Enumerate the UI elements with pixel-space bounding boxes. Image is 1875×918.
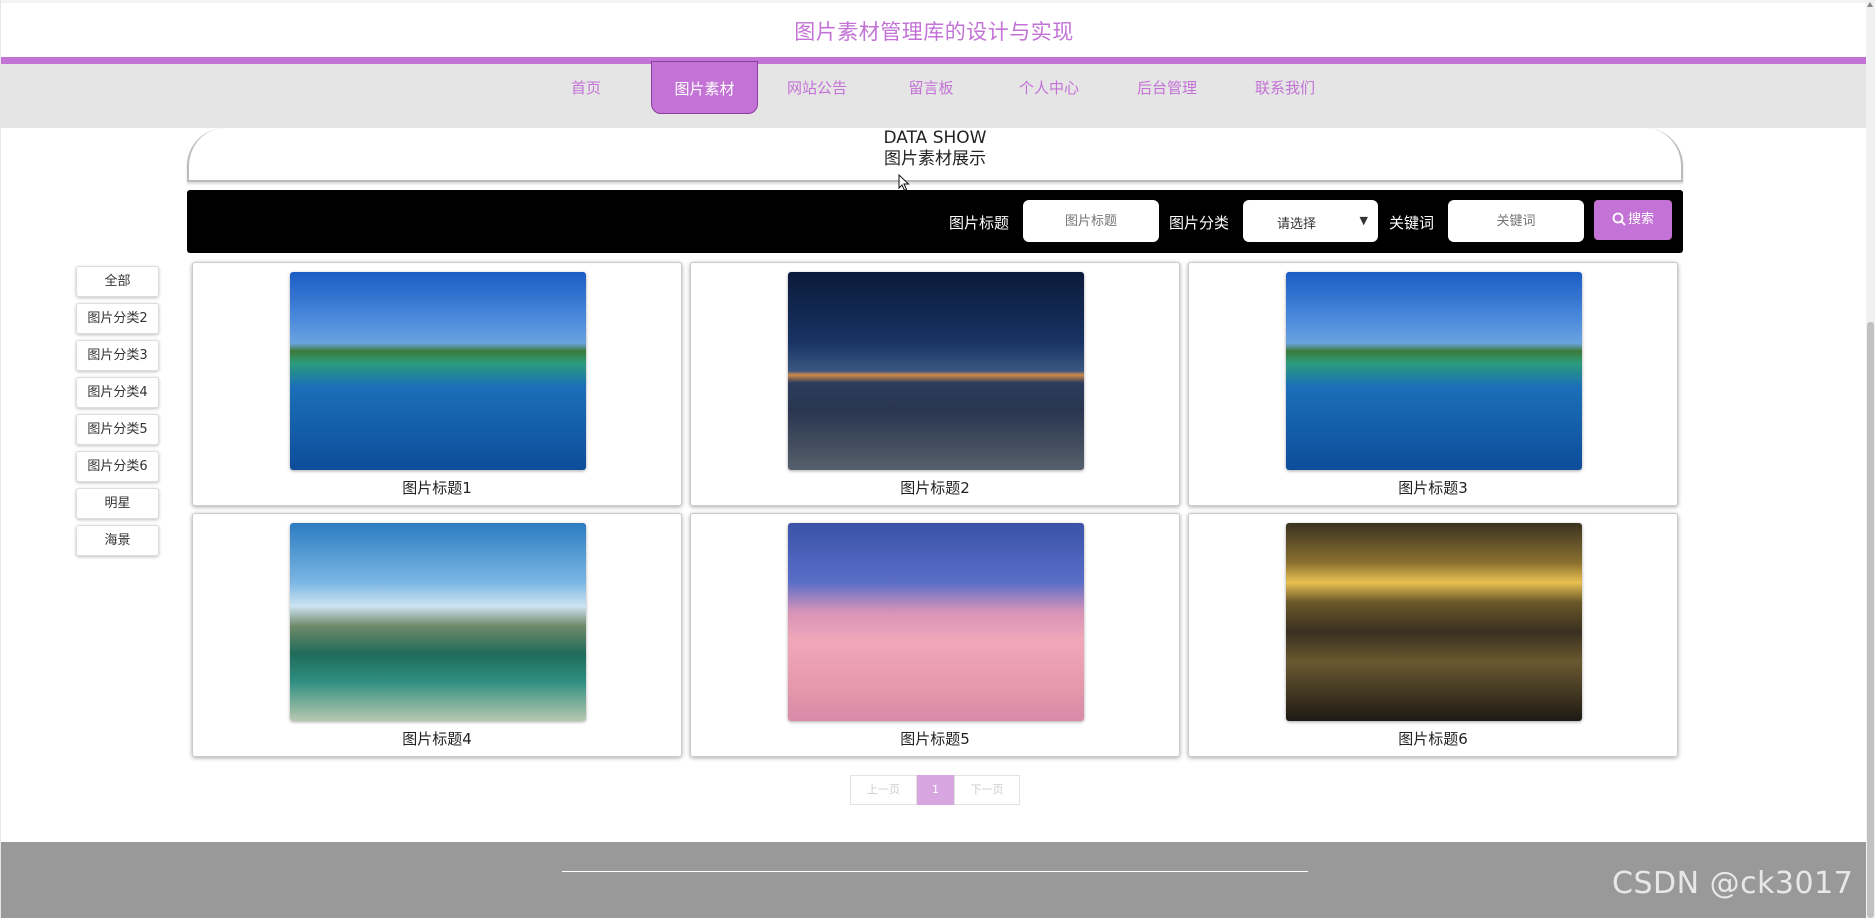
- category-sidebar: 全部 图片分类2 图片分类3 图片分类4 图片分类5 图片分类6 明星 海景: [76, 266, 159, 562]
- image-thumbnail[interactable]: [788, 523, 1084, 721]
- nav-admin[interactable]: 后台管理: [1124, 64, 1210, 116]
- image-card[interactable]: 图片标题1: [192, 262, 682, 506]
- category-filter-label: 图片分类: [1169, 214, 1230, 232]
- image-thumbnail[interactable]: [1286, 523, 1582, 721]
- section-title-cn: 图片素材展示: [884, 149, 986, 169]
- title-filter-label: 图片标题: [949, 214, 1010, 232]
- header-accent-bar: [1, 57, 1867, 64]
- image-title[interactable]: 图片标题1: [193, 477, 681, 498]
- keyword-input[interactable]: [1448, 200, 1584, 242]
- nav-images[interactable]: 图片素材: [651, 61, 758, 114]
- category-star[interactable]: 明星: [76, 488, 159, 519]
- category-select-value: 请选择: [1277, 217, 1317, 232]
- category-item[interactable]: 图片分类4: [76, 377, 159, 408]
- current-page[interactable]: 1: [917, 775, 954, 805]
- image-title[interactable]: 图片标题5: [691, 728, 1179, 749]
- next-page-button[interactable]: 下一页: [954, 775, 1020, 805]
- watermark: CSDN @ck3017: [1612, 866, 1854, 901]
- page: 图片素材管理库的设计与实现 首页 图片素材 网站公告 留言板 个人中心 后台管理…: [0, 0, 1875, 918]
- image-thumbnail[interactable]: [1286, 272, 1582, 470]
- chevron-down-icon: ▼: [1359, 214, 1368, 227]
- category-all[interactable]: 全部: [76, 266, 159, 297]
- category-item[interactable]: 图片分类3: [76, 340, 159, 371]
- keyword-filter-label: 关键词: [1389, 214, 1435, 232]
- category-select[interactable]: 请选择 ▼: [1243, 200, 1378, 242]
- page-scrollbar[interactable]: [1866, 0, 1875, 918]
- section-title-en: DATA SHOW: [883, 128, 987, 148]
- image-title[interactable]: 图片标题3: [1189, 477, 1677, 498]
- category-item[interactable]: 图片分类6: [76, 451, 159, 482]
- nav-home[interactable]: 首页: [556, 64, 616, 116]
- image-thumbnail[interactable]: [788, 272, 1084, 470]
- nav-message-board[interactable]: 留言板: [896, 64, 966, 116]
- search-button[interactable]: 搜索: [1594, 200, 1672, 240]
- search-icon: [1612, 212, 1626, 226]
- image-card[interactable]: 图片标题6: [1188, 513, 1678, 757]
- search-bar: 图片标题 图片分类 请选择 ▼ 关键词 搜索: [187, 190, 1683, 253]
- image-title[interactable]: 图片标题2: [691, 477, 1179, 498]
- section-header: DATA SHOW 图片素材展示: [187, 128, 1683, 182]
- image-thumbnail[interactable]: [290, 523, 586, 721]
- image-card[interactable]: 图片标题3: [1188, 262, 1678, 506]
- image-card[interactable]: 图片标题2: [690, 262, 1180, 506]
- nav-announcements[interactable]: 网站公告: [776, 64, 858, 116]
- image-card[interactable]: 图片标题5: [690, 513, 1180, 757]
- image-title[interactable]: 图片标题4: [193, 728, 681, 749]
- search-button-label: 搜索: [1627, 212, 1654, 227]
- prev-page-button[interactable]: 上一页: [850, 775, 917, 805]
- top-border: [1, 0, 1867, 3]
- category-item[interactable]: 图片分类5: [76, 414, 159, 445]
- nav-personal-center[interactable]: 个人中心: [1006, 64, 1092, 116]
- site-title: 图片素材管理库的设计与实现: [794, 20, 1074, 44]
- footer-divider: [562, 871, 1308, 872]
- category-item[interactable]: 图片分类2: [76, 303, 159, 334]
- footer: [1, 842, 1867, 918]
- main-nav: 首页 图片素材 网站公告 留言板 个人中心 后台管理 联系我们: [1, 61, 1867, 128]
- scrollbar-thumb[interactable]: [1867, 322, 1874, 918]
- site-header: 图片素材管理库的设计与实现: [1, 0, 1867, 57]
- nav-contact[interactable]: 联系我们: [1242, 64, 1328, 116]
- scroll-up-icon[interactable]: [1867, 2, 1873, 7]
- title-filter-input[interactable]: [1023, 200, 1159, 242]
- pagination: 上一页 1 下一页: [850, 775, 1020, 805]
- image-title[interactable]: 图片标题6: [1189, 728, 1677, 749]
- category-seascape[interactable]: 海景: [76, 525, 159, 556]
- image-thumbnail[interactable]: [290, 272, 586, 470]
- image-card[interactable]: 图片标题4: [192, 513, 682, 757]
